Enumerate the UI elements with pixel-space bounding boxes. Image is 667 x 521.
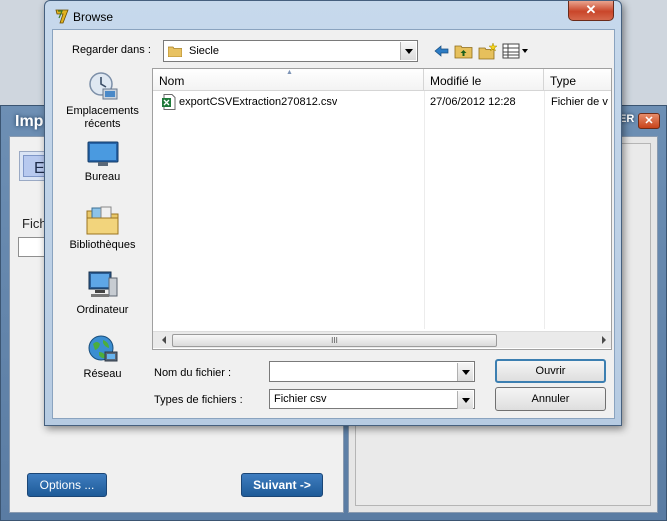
scroll-right-arrow-icon[interactable] bbox=[594, 332, 611, 349]
libraries-icon bbox=[86, 206, 118, 235]
look-in-value: Siecle bbox=[189, 45, 219, 57]
dialog-close-button[interactable]: ✕ bbox=[568, 1, 614, 21]
file-type-cell: Fichier de v bbox=[551, 96, 608, 108]
place-network-label: Réseau bbox=[83, 368, 122, 380]
file-row[interactable]: exportCSVExtraction270812.csv 27/06/2012… bbox=[153, 93, 611, 111]
column-header-type[interactable]: Type bbox=[544, 69, 611, 91]
chevron-down-icon[interactable] bbox=[400, 42, 416, 60]
options-button[interactable]: Options ... bbox=[27, 473, 107, 497]
chevron-down-icon[interactable] bbox=[457, 391, 473, 409]
scroll-thumb[interactable]: III bbox=[172, 334, 497, 347]
file-type-value: Fichier csv bbox=[274, 393, 327, 405]
file-name-cell: exportCSVExtraction270812.csv bbox=[179, 96, 338, 108]
open-button[interactable]: Ouvrir bbox=[495, 359, 606, 383]
file-modified-cell: 27/06/2012 12:28 bbox=[430, 96, 516, 108]
dialog-title: Browse bbox=[73, 10, 114, 24]
places-bar: Emplacements récents Bureau Bibliothèque… bbox=[53, 68, 152, 380]
cancel-button[interactable]: Annuler bbox=[495, 387, 606, 411]
back-arrow-icon[interactable] bbox=[433, 42, 451, 60]
place-network[interactable]: Réseau bbox=[53, 334, 152, 381]
sort-ascending-icon: ▲ bbox=[286, 69, 293, 76]
background-window-title: Imp bbox=[15, 113, 44, 130]
background-close-button[interactable]: ✕ bbox=[638, 113, 660, 129]
column-header-name[interactable]: Nom ▲ bbox=[153, 69, 424, 91]
computer-icon bbox=[88, 271, 117, 297]
network-icon bbox=[88, 335, 117, 362]
new-folder-icon[interactable] bbox=[478, 42, 498, 60]
scroll-left-arrow-icon[interactable] bbox=[153, 332, 170, 349]
file-type-label: Types de fichiers : bbox=[154, 394, 243, 406]
dialog-body: Regarder dans : Siecle Emplacements réce… bbox=[52, 29, 615, 419]
background-title-button[interactable]: ER bbox=[619, 113, 639, 129]
java-app-icon bbox=[55, 9, 69, 24]
place-recent-label: Emplacements récents bbox=[66, 105, 139, 130]
view-menu-icon[interactable] bbox=[502, 42, 532, 60]
file-name-label: Nom du fichier : bbox=[154, 367, 232, 379]
place-libraries[interactable]: Bibliothèques bbox=[53, 205, 152, 252]
folder-icon bbox=[168, 46, 182, 57]
next-button[interactable]: Suivant -> bbox=[241, 473, 323, 497]
column-header-modified[interactable]: Modifié le bbox=[424, 69, 544, 91]
file-type-select[interactable]: Fichier csv bbox=[269, 389, 475, 409]
column-divider bbox=[544, 91, 545, 329]
place-libraries-label: Bibliothèques bbox=[69, 239, 136, 251]
recent-places-icon bbox=[88, 72, 117, 100]
look-in-combo[interactable]: Siecle bbox=[163, 40, 418, 62]
look-in-label: Regarder dans : bbox=[72, 44, 151, 56]
browse-dialog: Browse ✕ Regarder dans : Siecle Emplacem… bbox=[44, 0, 622, 426]
up-folder-icon[interactable] bbox=[454, 42, 474, 60]
column-name-label: Nom bbox=[159, 74, 185, 88]
horizontal-scrollbar[interactable]: III bbox=[153, 331, 611, 348]
place-computer-label: Ordinateur bbox=[76, 304, 129, 316]
place-desktop-label: Bureau bbox=[84, 171, 121, 183]
chevron-down-icon[interactable] bbox=[457, 363, 473, 381]
place-desktop[interactable]: Bureau bbox=[53, 141, 152, 184]
desktop-icon bbox=[87, 141, 118, 166]
file-name-input[interactable] bbox=[269, 361, 475, 382]
csv-file-icon bbox=[162, 94, 176, 110]
place-recent[interactable]: Emplacements récents bbox=[53, 71, 152, 131]
column-divider bbox=[424, 91, 425, 329]
place-computer[interactable]: Ordinateur bbox=[53, 270, 152, 317]
file-list[interactable]: Nom ▲ Modifié le Type exportCSVExtractio… bbox=[152, 68, 612, 350]
